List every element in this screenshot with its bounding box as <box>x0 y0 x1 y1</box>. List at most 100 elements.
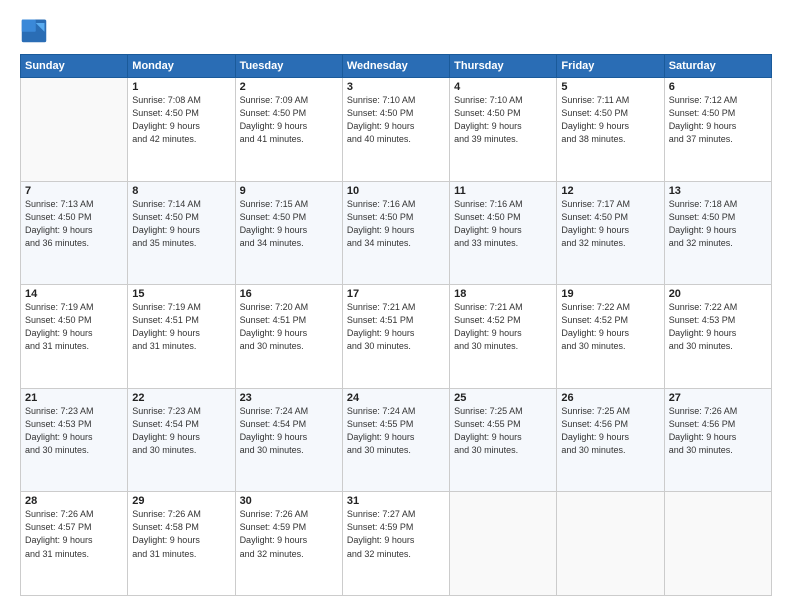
week-row-2: 7Sunrise: 7:13 AMSunset: 4:50 PMDaylight… <box>21 181 772 285</box>
day-cell: 22Sunrise: 7:23 AMSunset: 4:54 PMDayligh… <box>128 388 235 492</box>
day-number: 10 <box>347 185 445 197</box>
day-number: 9 <box>240 185 338 197</box>
day-cell: 28Sunrise: 7:26 AMSunset: 4:57 PMDayligh… <box>21 492 128 596</box>
day-number: 12 <box>561 185 659 197</box>
day-number: 25 <box>454 392 552 404</box>
day-cell: 27Sunrise: 7:26 AMSunset: 4:56 PMDayligh… <box>664 388 771 492</box>
day-info: Sunrise: 7:21 AMSunset: 4:52 PMDaylight:… <box>454 301 552 353</box>
day-cell: 25Sunrise: 7:25 AMSunset: 4:55 PMDayligh… <box>450 388 557 492</box>
day-number: 26 <box>561 392 659 404</box>
day-info: Sunrise: 7:26 AMSunset: 4:56 PMDaylight:… <box>669 405 767 457</box>
day-cell: 1Sunrise: 7:08 AMSunset: 4:50 PMDaylight… <box>128 78 235 182</box>
day-cell <box>21 78 128 182</box>
day-info: Sunrise: 7:14 AMSunset: 4:50 PMDaylight:… <box>132 198 230 250</box>
day-number: 1 <box>132 81 230 93</box>
header <box>20 16 772 44</box>
day-number: 7 <box>25 185 123 197</box>
day-cell: 20Sunrise: 7:22 AMSunset: 4:53 PMDayligh… <box>664 285 771 389</box>
day-number: 30 <box>240 495 338 507</box>
day-cell: 10Sunrise: 7:16 AMSunset: 4:50 PMDayligh… <box>342 181 449 285</box>
week-row-3: 14Sunrise: 7:19 AMSunset: 4:50 PMDayligh… <box>21 285 772 389</box>
day-info: Sunrise: 7:10 AMSunset: 4:50 PMDaylight:… <box>454 94 552 146</box>
day-cell: 16Sunrise: 7:20 AMSunset: 4:51 PMDayligh… <box>235 285 342 389</box>
day-cell: 9Sunrise: 7:15 AMSunset: 4:50 PMDaylight… <box>235 181 342 285</box>
day-info: Sunrise: 7:11 AMSunset: 4:50 PMDaylight:… <box>561 94 659 146</box>
day-number: 8 <box>132 185 230 197</box>
day-cell: 29Sunrise: 7:26 AMSunset: 4:58 PMDayligh… <box>128 492 235 596</box>
calendar-table: SundayMondayTuesdayWednesdayThursdayFrid… <box>20 54 772 596</box>
day-info: Sunrise: 7:15 AMSunset: 4:50 PMDaylight:… <box>240 198 338 250</box>
day-cell: 3Sunrise: 7:10 AMSunset: 4:50 PMDaylight… <box>342 78 449 182</box>
day-info: Sunrise: 7:09 AMSunset: 4:50 PMDaylight:… <box>240 94 338 146</box>
day-number: 28 <box>25 495 123 507</box>
day-info: Sunrise: 7:17 AMSunset: 4:50 PMDaylight:… <box>561 198 659 250</box>
day-info: Sunrise: 7:24 AMSunset: 4:55 PMDaylight:… <box>347 405 445 457</box>
day-cell: 17Sunrise: 7:21 AMSunset: 4:51 PMDayligh… <box>342 285 449 389</box>
day-info: Sunrise: 7:23 AMSunset: 4:53 PMDaylight:… <box>25 405 123 457</box>
day-cell: 8Sunrise: 7:14 AMSunset: 4:50 PMDaylight… <box>128 181 235 285</box>
day-number: 23 <box>240 392 338 404</box>
day-info: Sunrise: 7:25 AMSunset: 4:55 PMDaylight:… <box>454 405 552 457</box>
day-cell: 12Sunrise: 7:17 AMSunset: 4:50 PMDayligh… <box>557 181 664 285</box>
weekday-header-saturday: Saturday <box>664 55 771 78</box>
day-cell: 18Sunrise: 7:21 AMSunset: 4:52 PMDayligh… <box>450 285 557 389</box>
weekday-header-tuesday: Tuesday <box>235 55 342 78</box>
day-info: Sunrise: 7:26 AMSunset: 4:57 PMDaylight:… <box>25 508 123 560</box>
day-number: 20 <box>669 288 767 300</box>
day-info: Sunrise: 7:24 AMSunset: 4:54 PMDaylight:… <box>240 405 338 457</box>
day-info: Sunrise: 7:20 AMSunset: 4:51 PMDaylight:… <box>240 301 338 353</box>
weekday-header-row: SundayMondayTuesdayWednesdayThursdayFrid… <box>21 55 772 78</box>
weekday-header-monday: Monday <box>128 55 235 78</box>
day-number: 11 <box>454 185 552 197</box>
day-info: Sunrise: 7:19 AMSunset: 4:50 PMDaylight:… <box>25 301 123 353</box>
day-info: Sunrise: 7:10 AMSunset: 4:50 PMDaylight:… <box>347 94 445 146</box>
week-row-1: 1Sunrise: 7:08 AMSunset: 4:50 PMDaylight… <box>21 78 772 182</box>
day-info: Sunrise: 7:18 AMSunset: 4:50 PMDaylight:… <box>669 198 767 250</box>
day-cell: 31Sunrise: 7:27 AMSunset: 4:59 PMDayligh… <box>342 492 449 596</box>
day-info: Sunrise: 7:13 AMSunset: 4:50 PMDaylight:… <box>25 198 123 250</box>
day-number: 21 <box>25 392 123 404</box>
day-cell: 21Sunrise: 7:23 AMSunset: 4:53 PMDayligh… <box>21 388 128 492</box>
weekday-header-thursday: Thursday <box>450 55 557 78</box>
day-cell <box>450 492 557 596</box>
day-cell: 30Sunrise: 7:26 AMSunset: 4:59 PMDayligh… <box>235 492 342 596</box>
day-info: Sunrise: 7:21 AMSunset: 4:51 PMDaylight:… <box>347 301 445 353</box>
day-info: Sunrise: 7:25 AMSunset: 4:56 PMDaylight:… <box>561 405 659 457</box>
day-number: 16 <box>240 288 338 300</box>
day-number: 29 <box>132 495 230 507</box>
week-row-5: 28Sunrise: 7:26 AMSunset: 4:57 PMDayligh… <box>21 492 772 596</box>
day-number: 18 <box>454 288 552 300</box>
day-cell: 2Sunrise: 7:09 AMSunset: 4:50 PMDaylight… <box>235 78 342 182</box>
day-number: 2 <box>240 81 338 93</box>
day-cell: 7Sunrise: 7:13 AMSunset: 4:50 PMDaylight… <box>21 181 128 285</box>
day-number: 31 <box>347 495 445 507</box>
day-cell <box>664 492 771 596</box>
page: SundayMondayTuesdayWednesdayThursdayFrid… <box>0 0 792 612</box>
day-cell: 14Sunrise: 7:19 AMSunset: 4:50 PMDayligh… <box>21 285 128 389</box>
day-cell: 5Sunrise: 7:11 AMSunset: 4:50 PMDaylight… <box>557 78 664 182</box>
day-cell: 24Sunrise: 7:24 AMSunset: 4:55 PMDayligh… <box>342 388 449 492</box>
day-info: Sunrise: 7:26 AMSunset: 4:59 PMDaylight:… <box>240 508 338 560</box>
weekday-header-sunday: Sunday <box>21 55 128 78</box>
day-cell: 6Sunrise: 7:12 AMSunset: 4:50 PMDaylight… <box>664 78 771 182</box>
day-number: 17 <box>347 288 445 300</box>
weekday-header-friday: Friday <box>557 55 664 78</box>
day-info: Sunrise: 7:16 AMSunset: 4:50 PMDaylight:… <box>454 198 552 250</box>
day-number: 19 <box>561 288 659 300</box>
day-info: Sunrise: 7:08 AMSunset: 4:50 PMDaylight:… <box>132 94 230 146</box>
day-info: Sunrise: 7:19 AMSunset: 4:51 PMDaylight:… <box>132 301 230 353</box>
day-cell: 23Sunrise: 7:24 AMSunset: 4:54 PMDayligh… <box>235 388 342 492</box>
day-info: Sunrise: 7:22 AMSunset: 4:53 PMDaylight:… <box>669 301 767 353</box>
day-number: 14 <box>25 288 123 300</box>
day-info: Sunrise: 7:23 AMSunset: 4:54 PMDaylight:… <box>132 405 230 457</box>
day-number: 6 <box>669 81 767 93</box>
day-number: 5 <box>561 81 659 93</box>
day-number: 15 <box>132 288 230 300</box>
day-cell: 4Sunrise: 7:10 AMSunset: 4:50 PMDaylight… <box>450 78 557 182</box>
day-info: Sunrise: 7:12 AMSunset: 4:50 PMDaylight:… <box>669 94 767 146</box>
day-number: 13 <box>669 185 767 197</box>
week-row-4: 21Sunrise: 7:23 AMSunset: 4:53 PMDayligh… <box>21 388 772 492</box>
day-number: 24 <box>347 392 445 404</box>
day-info: Sunrise: 7:26 AMSunset: 4:58 PMDaylight:… <box>132 508 230 560</box>
day-info: Sunrise: 7:27 AMSunset: 4:59 PMDaylight:… <box>347 508 445 560</box>
